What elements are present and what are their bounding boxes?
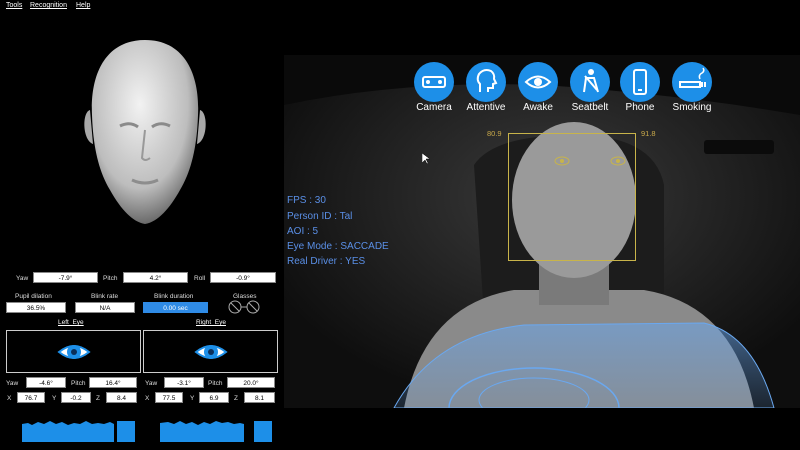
left-eye-y-label: Y (52, 395, 57, 402)
pitch-label: Pitch (103, 275, 118, 282)
smoking-status-icon[interactable] (672, 62, 712, 102)
mouse-cursor-icon (422, 153, 430, 165)
smoking-label: Smoking (672, 102, 712, 113)
right-eye-z-field[interactable]: 8.1 (244, 392, 275, 403)
camera-status-icon[interactable] (414, 62, 454, 102)
left-eye-pitch-field[interactable]: 16.4° (89, 377, 137, 388)
seatbelt-status-icon[interactable] (570, 62, 610, 102)
blink-rate-label: Blink rate (91, 293, 119, 300)
menu-bar: Tools Recognition Help (0, 0, 800, 12)
phone-status-icon[interactable] (620, 62, 660, 102)
right-eye-x-field[interactable]: 77.5 (155, 392, 183, 403)
glasses-label: Glasses (233, 293, 257, 300)
yaw-label: Yaw (16, 275, 29, 282)
yaw-field[interactable]: -7.9° (33, 272, 98, 283)
left-eye-x-field[interactable]: 76.7 (17, 392, 45, 403)
menu-tools[interactable]: Tools (6, 2, 22, 9)
pupil-dilation-label: Pupil dilation (15, 293, 52, 300)
roll-field[interactable]: -0.9° (210, 272, 276, 283)
right-eye-pitch-label: Pitch (208, 380, 223, 387)
blink-rate-field[interactable]: N/A (75, 302, 135, 313)
eye-mode-text: Eye Mode : SACCADE (287, 241, 389, 252)
pupil-dilation-field[interactable]: 36.5% (6, 302, 66, 313)
left-eye-z-field[interactable]: 8.4 (106, 392, 137, 403)
menu-help[interactable]: Help (76, 2, 90, 9)
right-eye-yaw-label: Yaw (145, 380, 158, 387)
right-eye-z-label: Z (234, 395, 238, 402)
left-eye-x-label: X (7, 395, 12, 402)
face-confidence-right: 91.8 (641, 129, 656, 138)
right-eye-yaw-field[interactable]: -3.1° (164, 377, 204, 388)
aoi-text: AOI : 5 (287, 226, 319, 237)
right-eye-waveform (160, 421, 272, 442)
right-eye-icon (194, 345, 228, 359)
left-eye-icon (57, 345, 91, 359)
fps-text: FPS : 30 (287, 195, 326, 206)
right-eye-x-label: X (145, 395, 150, 402)
left-eye-yaw-label: Yaw (6, 380, 19, 387)
head-model-3d (60, 30, 230, 230)
right-eye-y-field[interactable]: 6.9 (199, 392, 229, 403)
awake-status-icon[interactable] (518, 62, 558, 102)
right-eye-pitch-field[interactable]: 20.0° (227, 377, 275, 388)
person-id-text: Person ID : Tal (287, 211, 353, 222)
pitch-field[interactable]: 4.2° (123, 272, 188, 283)
blink-duration-label: Blink duration (154, 293, 194, 300)
left-eye-yaw-field[interactable]: -4.6° (26, 377, 66, 388)
glasses-icon (226, 300, 262, 319)
roll-label: Roll (194, 275, 206, 282)
face-confidence-left: 80.9 (487, 129, 502, 138)
left-eye-z-label: Z (96, 395, 100, 402)
right-eye-title: Right_Eye (196, 319, 226, 326)
left-eye-pitch-label: Pitch (71, 380, 86, 387)
eye-tracking-markers (554, 156, 626, 166)
left-eye-y-field[interactable]: -0.2 (61, 392, 91, 403)
right-eye-y-label: Y (190, 395, 195, 402)
left-eye-panel (6, 330, 141, 373)
left-eye-title: Left_Eye (58, 319, 84, 326)
blink-duration-field[interactable]: 0.00 sec (143, 302, 208, 313)
menu-recognition[interactable]: Recognition (30, 2, 67, 9)
right-eye-panel (143, 330, 278, 373)
real-driver-text: Real Driver : YES (287, 256, 366, 267)
left-eye-waveform (22, 421, 135, 442)
attentive-status-icon[interactable] (466, 62, 506, 102)
